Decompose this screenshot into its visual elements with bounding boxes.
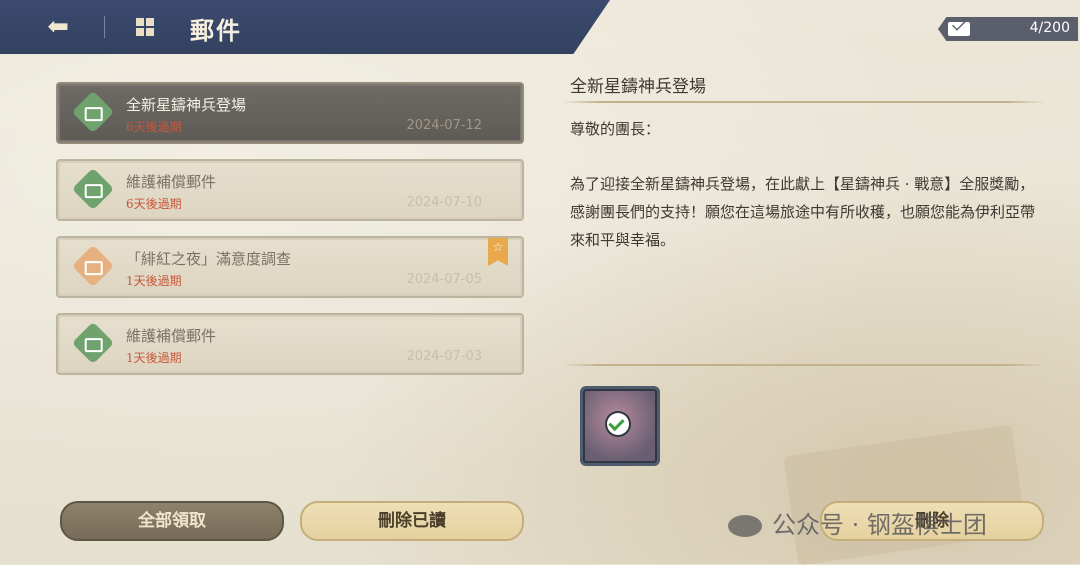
mail-icon — [71, 321, 115, 365]
mail-greeting: 尊敬的團長： — [570, 120, 661, 138]
top-bar — [0, 0, 610, 54]
mail-list: 全新星鑄神兵登場 6天後過期 2024-07-12 維護補償郵件 6天後過期 2… — [56, 82, 524, 390]
mail-date: 2024-07-03 — [406, 349, 482, 364]
divider — [104, 16, 105, 38]
claim-all-button[interactable]: 全部領取 — [60, 501, 284, 541]
wechat-icon — [728, 515, 762, 537]
mail-subject: 維護補償郵件 — [126, 327, 217, 345]
mail-expiry: 6天後過期 — [126, 197, 182, 211]
claimed-check-icon — [607, 413, 629, 435]
reward-item[interactable] — [580, 386, 660, 466]
envelope-icon — [948, 22, 970, 36]
back-arrow-icon[interactable]: ⬅ — [40, 12, 76, 42]
mail-item[interactable]: 維護補償郵件 1天後過期 2024-07-03 — [56, 313, 524, 375]
mail-item[interactable]: 全新星鑄神兵登場 6天後過期 2024-07-12 — [56, 82, 524, 144]
mail-icon — [71, 244, 115, 288]
watermark: 公众号 · 钢盔棋士团 — [728, 505, 987, 540]
mail-date: 2024-07-05 — [406, 272, 482, 287]
mail-icon — [71, 167, 115, 211]
watermark-text: 公众号 · 钢盔棋士团 — [772, 511, 987, 539]
mail-detail-title: 全新星鑄神兵登場 — [570, 77, 706, 97]
mail-item[interactable]: 維護補償郵件 6天後過期 2024-07-10 — [56, 159, 524, 221]
page-title: 郵件 — [190, 16, 242, 45]
mail-item[interactable]: 「緋紅之夜」滿意度調查 1天後過期 2024-07-05 ☆ — [56, 236, 524, 298]
mail-expiry: 1天後過期 — [126, 274, 182, 288]
mail-count: 4/200 — [1029, 20, 1070, 36]
mail-expiry: 1天後過期 — [126, 351, 182, 365]
mail-subject: 「緋紅之夜」滿意度調查 — [126, 250, 292, 268]
mail-expiry: 6天後過期 — [126, 120, 182, 134]
mail-subject: 維護補償郵件 — [126, 173, 217, 191]
mail-icon — [71, 90, 115, 134]
mail-date: 2024-07-12 — [406, 118, 482, 133]
mail-counter: 4/200 — [938, 17, 1078, 41]
delete-read-button[interactable]: 刪除已讀 — [300, 501, 524, 541]
reward-divider — [562, 364, 1046, 366]
star-badge-icon: ☆ — [488, 238, 508, 266]
title-divider — [562, 101, 1046, 103]
mail-subject: 全新星鑄神兵登場 — [126, 96, 247, 114]
mail-date: 2024-07-10 — [406, 195, 482, 210]
mail-body: 為了迎接全新星鑄神兵登場，在此獻上【星鑄神兵 · 戰意】全服獎勵，感謝團長們的支… — [570, 175, 1036, 249]
mail-menu-icon — [136, 18, 154, 36]
